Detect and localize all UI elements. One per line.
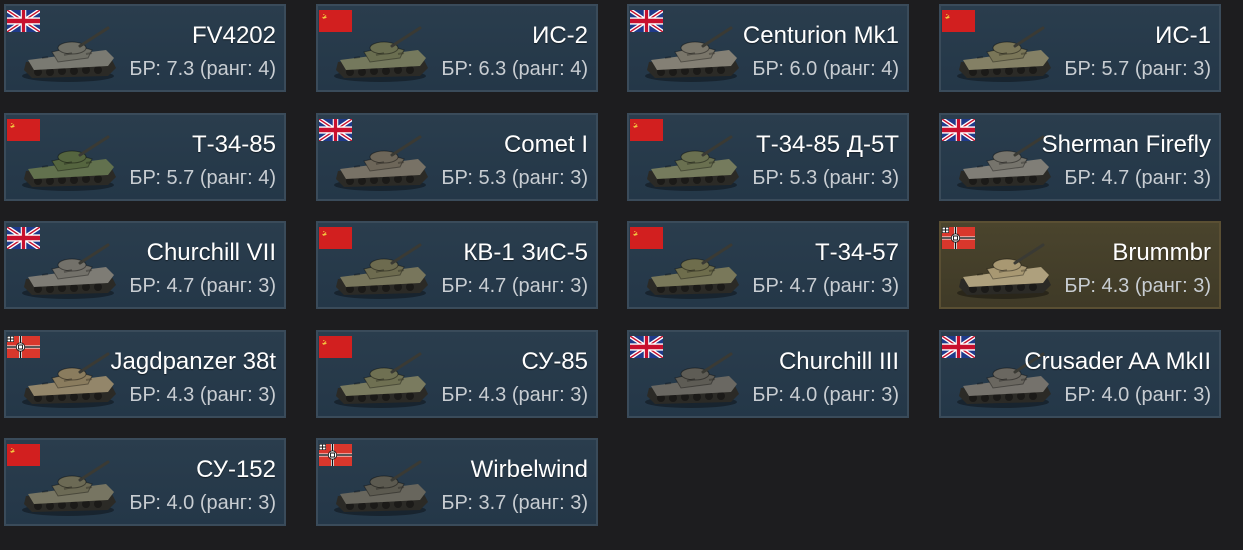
germany-flag-icon [942, 227, 975, 249]
vehicle-card[interactable]: КВ-1 ЗиС-5 БР: 4.7 (ранг: 3) [316, 221, 598, 309]
vehicle-battle-rating: БР: 4.0 (ранг: 3) [752, 384, 899, 406]
ussr-flag-icon [7, 444, 40, 466]
vehicle-name: СУ-152 [196, 456, 276, 483]
vehicle-name: ИС-1 [1155, 22, 1211, 49]
vehicle-card[interactable]: Churchill III БР: 4.0 (ранг: 3) [627, 330, 909, 418]
ussr-flag-icon [7, 119, 40, 141]
uk-flag-icon [319, 119, 352, 141]
vehicle-battle-rating: БР: 4.7 (ранг: 3) [1064, 167, 1211, 189]
vehicle-name: Churchill III [778, 348, 899, 375]
uk-flag-icon [942, 119, 975, 141]
vehicle-battle-rating: БР: 6.0 (ранг: 4) [752, 58, 899, 80]
vehicle-battle-rating: БР: 5.3 (ранг: 3) [752, 167, 899, 189]
vehicle-card[interactable]: ИС-1 БР: 5.7 (ранг: 3) [939, 4, 1221, 92]
uk-flag-icon [630, 336, 663, 358]
vehicle-battle-rating: БР: 4.3 (ранг: 3) [441, 384, 588, 406]
vehicle-card[interactable]: ИС-2 БР: 6.3 (ранг: 4) [316, 4, 598, 92]
uk-flag-icon [7, 227, 40, 249]
uk-flag-icon [7, 10, 40, 32]
vehicle-battle-rating: БР: 3.7 (ранг: 3) [441, 492, 588, 514]
vehicle-name: Comet I [503, 131, 588, 158]
vehicle-name: Churchill VII [146, 239, 276, 266]
vehicle-name: Т-34-85 Д-5Т [756, 131, 899, 158]
uk-flag-icon [942, 336, 975, 358]
vehicle-name: СУ-85 [521, 348, 588, 375]
vehicle-card[interactable]: СУ-152 БР: 4.0 (ранг: 3) [4, 438, 286, 526]
vehicle-card[interactable]: Churchill VII БР: 4.7 (ранг: 3) [4, 221, 286, 309]
vehicle-card[interactable]: СУ-85 БР: 4.3 (ранг: 3) [316, 330, 598, 418]
ussr-flag-icon [630, 119, 663, 141]
vehicle-name: КВ-1 ЗиС-5 [463, 239, 588, 266]
vehicle-card[interactable]: Comet I БР: 5.3 (ранг: 3) [316, 113, 598, 201]
vehicle-grid: FV4202 БР: 7.3 (ранг: 4) ИС-2 БР: 6.3 (ранг… [0, 0, 1243, 550]
vehicle-card[interactable]: Brummbr БР: 4.3 (ранг: 3) [939, 221, 1221, 309]
vehicle-card[interactable]: Centurion Mk1 БР: 6.0 (ранг: 4) [627, 4, 909, 92]
vehicle-card[interactable]: Т-34-85 БР: 5.7 (ранг: 4) [4, 113, 286, 201]
vehicle-name: Sherman Firefly [1041, 131, 1211, 158]
vehicle-name: Wirbelwind [470, 456, 588, 483]
vehicle-battle-rating: БР: 6.3 (ранг: 4) [441, 58, 588, 80]
vehicle-name: Jagdpanzer 38t [110, 348, 276, 375]
vehicle-card[interactable]: Т-34-85 Д-5Т БР: 5.3 (ранг: 3) [627, 113, 909, 201]
vehicle-name: Brummbr [1112, 239, 1211, 266]
ussr-flag-icon [319, 227, 352, 249]
ussr-flag-icon [319, 336, 352, 358]
vehicle-card[interactable]: Wirbelwind БР: 3.7 (ранг: 3) [316, 438, 598, 526]
vehicle-card[interactable]: FV4202 БР: 7.3 (ранг: 4) [4, 4, 286, 92]
vehicle-battle-rating: БР: 5.7 (ранг: 4) [129, 167, 276, 189]
vehicle-name: Т-34-85 [191, 131, 276, 158]
germany-flag-icon [319, 444, 352, 466]
vehicle-name: Crusader AA MkII [1024, 348, 1211, 375]
vehicle-name: Centurion Mk1 [742, 22, 899, 49]
vehicle-name: FV4202 [191, 22, 276, 49]
vehicle-card[interactable]: Crusader AA MkII БР: 4.0 (ранг: 3) [939, 330, 1221, 418]
germany-flag-icon [7, 336, 40, 358]
uk-flag-icon [630, 10, 663, 32]
vehicle-battle-rating: БР: 5.7 (ранг: 3) [1064, 58, 1211, 80]
vehicle-battle-rating: БР: 5.3 (ранг: 3) [441, 167, 588, 189]
vehicle-battle-rating: БР: 4.7 (ранг: 3) [441, 275, 588, 297]
vehicle-battle-rating: БР: 4.0 (ранг: 3) [1064, 384, 1211, 406]
vehicle-name: ИС-2 [532, 22, 588, 49]
ussr-flag-icon [319, 10, 352, 32]
vehicle-battle-rating: БР: 7.3 (ранг: 4) [129, 58, 276, 80]
vehicle-battle-rating: БР: 4.7 (ранг: 3) [129, 275, 276, 297]
vehicle-battle-rating: БР: 4.0 (ранг: 3) [129, 492, 276, 514]
vehicle-battle-rating: БР: 4.7 (ранг: 3) [752, 275, 899, 297]
vehicle-battle-rating: БР: 4.3 (ранг: 3) [1064, 275, 1211, 297]
vehicle-card[interactable]: Т-34-57 БР: 4.7 (ранг: 3) [627, 221, 909, 309]
ussr-flag-icon [942, 10, 975, 32]
vehicle-name: Т-34-57 [814, 239, 899, 266]
vehicle-battle-rating: БР: 4.3 (ранг: 3) [129, 384, 276, 406]
vehicle-card[interactable]: Sherman Firefly БР: 4.7 (ранг: 3) [939, 113, 1221, 201]
vehicle-card[interactable]: Jagdpanzer 38t БР: 4.3 (ранг: 3) [4, 330, 286, 418]
ussr-flag-icon [630, 227, 663, 249]
